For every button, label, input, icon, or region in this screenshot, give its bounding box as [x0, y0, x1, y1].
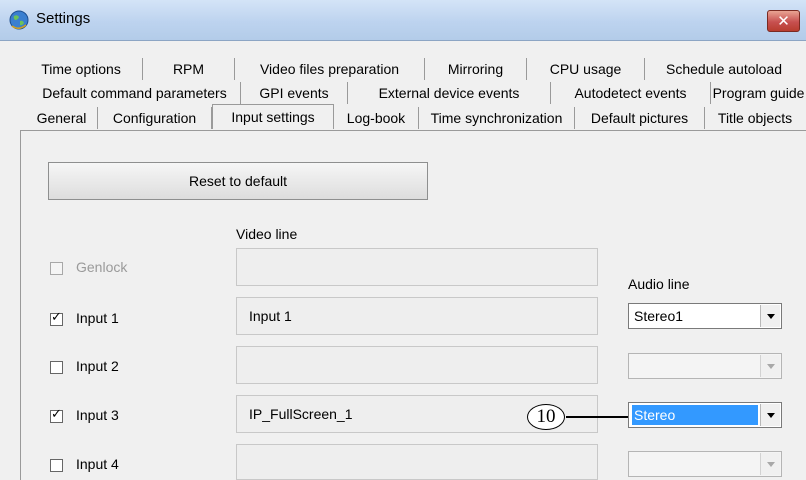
reset-to-default-button[interactable]: Reset to default [48, 162, 428, 200]
chevron-down-icon[interactable] [760, 355, 780, 377]
input-2-checkbox[interactable] [50, 361, 63, 374]
tab-cpu-usage[interactable]: CPU usage [527, 58, 645, 80]
tab-default-command-parameters[interactable]: Default command parameters [29, 82, 241, 104]
input-1-checkbox[interactable]: ✓ [50, 310, 63, 326]
input-2-label: Input 2 [76, 358, 119, 374]
close-icon: ✕ [777, 12, 790, 30]
input-3-label: Input 3 [76, 407, 119, 423]
tab-time-synchronization[interactable]: Time synchronization [419, 107, 575, 129]
tab-input-settings[interactable]: Input settings [212, 104, 334, 129]
input-4-checkbox[interactable] [50, 459, 63, 472]
tab-gpi-events[interactable]: GPI events [241, 82, 348, 104]
close-button[interactable]: ✕ [767, 10, 800, 32]
tab-video-files-preparation[interactable]: Video files preparation [235, 58, 425, 80]
check-icon: ✓ [51, 407, 62, 422]
tab-log-book[interactable]: Log-book [334, 107, 419, 129]
input-1-video-field[interactable]: Input 1 [236, 297, 598, 335]
tab-rpm[interactable]: RPM [143, 58, 235, 80]
tab-autodetect-events[interactable]: Autodetect events [551, 82, 711, 104]
input-4-video-field[interactable] [236, 444, 598, 480]
input-2-audio-select[interactable] [628, 353, 782, 379]
tab-program-guide[interactable]: Program guide [711, 82, 806, 104]
genlock-checkbox[interactable] [50, 262, 63, 275]
settings-window: Settings ✕ Time options RPM Video files … [0, 0, 806, 480]
chevron-down-icon[interactable] [760, 453, 780, 475]
genlock-video-field[interactable] [236, 248, 598, 286]
input-3-audio-value: Stereo [632, 405, 758, 425]
input-4-audio-select[interactable] [628, 451, 782, 477]
audio-line-header: Audio line [628, 276, 690, 292]
genlock-label: Genlock [76, 259, 128, 275]
tab-time-options[interactable]: Time options [20, 58, 143, 80]
chevron-down-icon[interactable] [760, 305, 780, 327]
tab-title-objects[interactable]: Title objects [705, 107, 805, 129]
input-1-audio-value: Stereo1 [634, 308, 684, 324]
input-4-label: Input 4 [76, 456, 119, 472]
input-1-audio-select[interactable]: Stereo1 [628, 303, 782, 329]
check-icon: ✓ [51, 310, 62, 325]
tab-external-device-events[interactable]: External device events [348, 82, 551, 104]
title-bar: Settings ✕ [0, 0, 806, 41]
input-2-video-field[interactable] [236, 346, 598, 384]
video-line-header: Video line [236, 226, 298, 242]
callout-line [566, 416, 628, 418]
input-3-audio-select[interactable]: Stereo [628, 402, 782, 428]
tab-default-pictures[interactable]: Default pictures [575, 107, 705, 129]
tab-configuration[interactable]: Configuration [98, 107, 212, 129]
tab-general[interactable]: General [26, 107, 98, 129]
tab-mirroring[interactable]: Mirroring [425, 58, 527, 80]
globe-icon [9, 10, 29, 30]
callout-number: 10 [527, 404, 565, 430]
chevron-down-icon[interactable] [760, 404, 780, 426]
tab-schedule-autoload[interactable]: Schedule autoload [645, 58, 803, 80]
window-title: Settings [36, 10, 91, 27]
input-1-label: Input 1 [76, 310, 119, 326]
input-3-checkbox[interactable]: ✓ [50, 407, 63, 423]
